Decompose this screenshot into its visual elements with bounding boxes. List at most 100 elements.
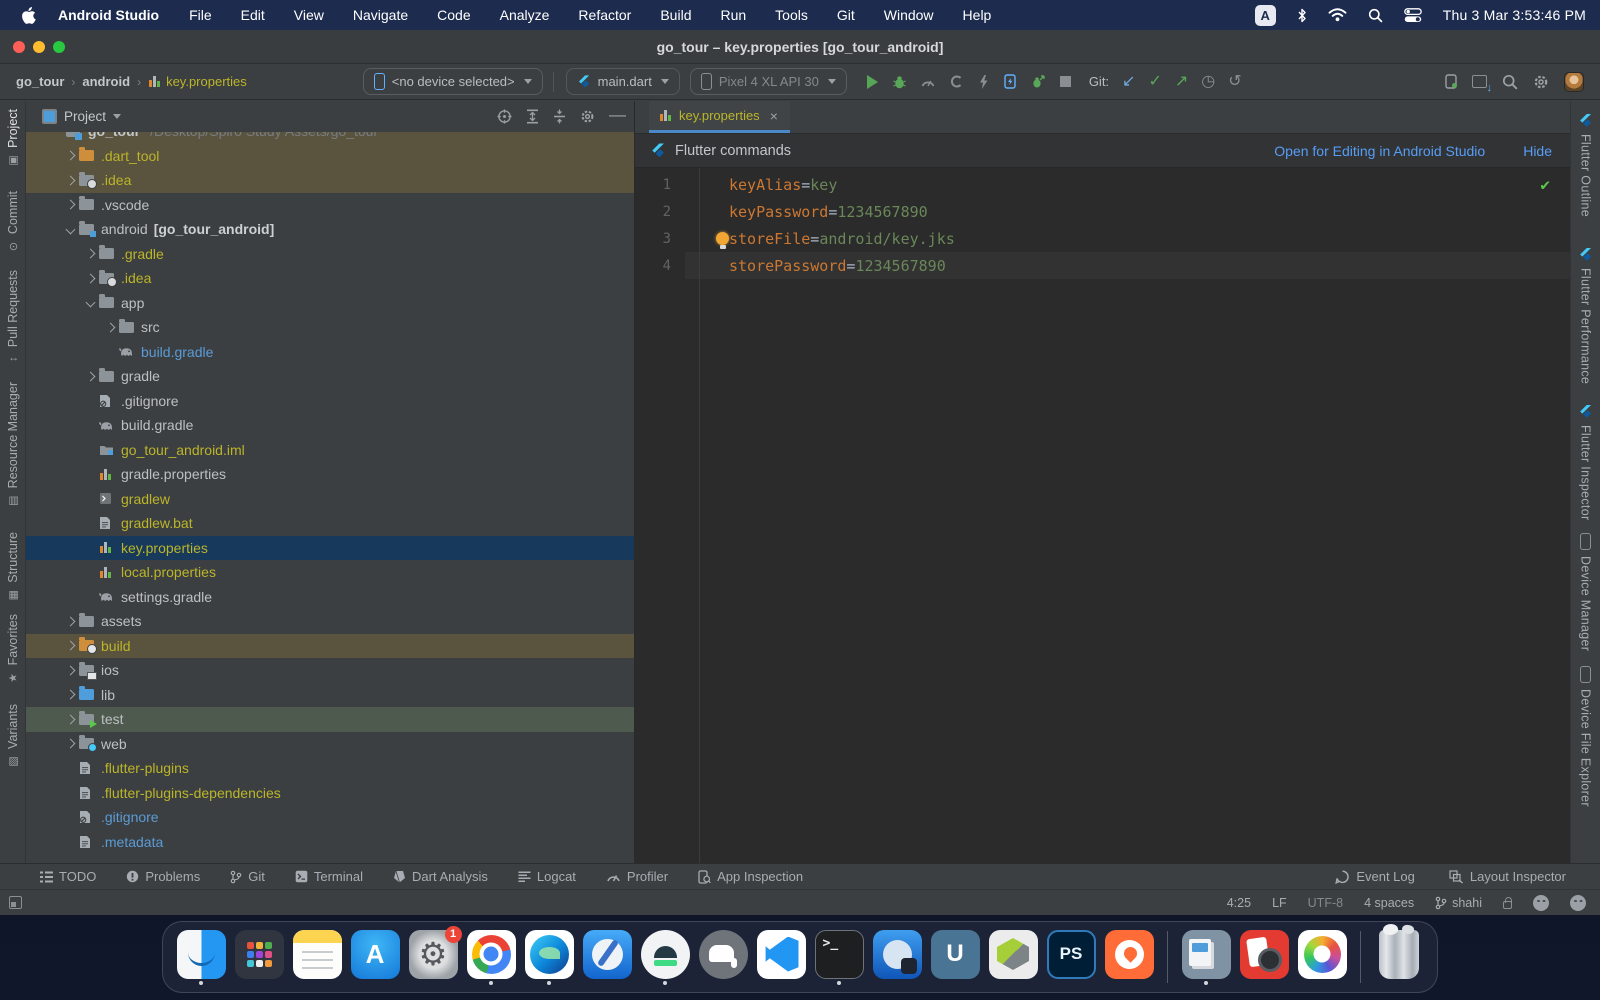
- dock-item-vscode[interactable]: [755, 930, 807, 985]
- dock-item-unity[interactable]: [987, 930, 1039, 985]
- tree-item-test[interactable]: test: [26, 707, 634, 732]
- input-source-icon[interactable]: A: [1255, 5, 1276, 26]
- tool-button-device-file-explorer[interactable]: Device File Explorer: [1579, 666, 1593, 807]
- menu-app-name[interactable]: Android Studio: [58, 7, 159, 23]
- edge-dock-icon[interactable]: [525, 930, 574, 979]
- tool-button-flutter-performance[interactable]: Flutter Performance: [1578, 247, 1593, 384]
- close-tab-icon[interactable]: ×: [770, 108, 778, 124]
- tree-item-build-gradle[interactable]: build.gradle: [26, 340, 634, 365]
- flutter-attach-icon[interactable]: [1004, 74, 1016, 89]
- run-icon[interactable]: [867, 75, 878, 89]
- tool-window-button-todo[interactable]: TODO: [40, 869, 96, 884]
- editor-line-2[interactable]: 2keyPassword=1234567890: [635, 198, 1570, 225]
- tree-item-local-properties[interactable]: local.properties: [26, 560, 634, 585]
- menu-item-refactor[interactable]: Refactor: [578, 7, 631, 23]
- sidebar-item-pull-requests[interactable]: ↕Pull Requests: [6, 270, 20, 365]
- menu-item-edit[interactable]: Edit: [241, 7, 265, 23]
- locate-icon[interactable]: [497, 109, 512, 124]
- tree-item-go-tour-android-iml[interactable]: go_tour_android.iml: [26, 438, 634, 463]
- tool-window-button-problems[interactable]: Problems: [126, 869, 200, 884]
- dock-item-cards-app[interactable]: [1238, 930, 1290, 985]
- expand-all-icon[interactable]: [526, 109, 539, 124]
- tree-item-app[interactable]: app: [26, 291, 634, 316]
- dock-item-system-preferences[interactable]: 1: [407, 930, 459, 985]
- project-panel-title[interactable]: Project: [64, 109, 106, 124]
- tree-item-flutter-plugins[interactable]: .flutter-plugins: [26, 756, 634, 781]
- xcode-beta-dock-icon[interactable]: [873, 930, 922, 979]
- tree-item-flutter-plugins-dependencies[interactable]: .flutter-plugins-dependencies: [26, 781, 634, 806]
- screenshots-folder-dock-icon[interactable]: [1182, 930, 1231, 979]
- tree-item-key-properties[interactable]: key.properties: [26, 536, 634, 561]
- tool-window-button-terminal[interactable]: Terminal: [295, 869, 363, 884]
- chevron-down-icon[interactable]: [66, 224, 76, 234]
- menu-item-build[interactable]: Build: [660, 7, 691, 23]
- apple-logo-icon[interactable]: [22, 7, 36, 24]
- menu-item-run[interactable]: Run: [720, 7, 746, 23]
- chevron-right-icon[interactable]: [66, 739, 76, 749]
- dock-item-xcode[interactable]: [581, 930, 633, 985]
- menu-clock[interactable]: Thu 3 Mar 3:53:46 PM: [1443, 7, 1586, 23]
- launchpad-dock-icon[interactable]: [235, 930, 284, 979]
- tree-item-gitignore[interactable]: .gitignore: [26, 389, 634, 414]
- device-manager-icon[interactable]: [1445, 74, 1457, 89]
- sdk-manager-icon[interactable]: [1472, 75, 1487, 88]
- dock-item-android-studio[interactable]: [639, 930, 691, 985]
- menu-item-help[interactable]: Help: [963, 7, 992, 23]
- menu-item-git[interactable]: Git: [837, 7, 855, 23]
- app-store-dock-icon[interactable]: [351, 930, 400, 979]
- tool-window-button-git[interactable]: Git: [230, 869, 265, 884]
- breadcrumb-item-android[interactable]: android: [82, 74, 130, 89]
- chevron-right-icon[interactable]: [66, 151, 76, 161]
- chevron-right-icon[interactable]: [66, 200, 76, 210]
- tree-item-idea[interactable]: .idea: [26, 168, 634, 193]
- search-everywhere-icon[interactable]: [1502, 74, 1518, 90]
- dock-item-chrome[interactable]: [465, 930, 517, 985]
- dock-item-terminal[interactable]: [813, 930, 865, 985]
- tool-window-button-dart-analysis[interactable]: Dart Analysis: [393, 869, 488, 884]
- device-selector-dropdown[interactable]: <no device selected>: [363, 68, 543, 95]
- update-project-icon[interactable]: ↙: [1122, 74, 1135, 90]
- avatar[interactable]: [1564, 72, 1584, 92]
- dock-item-mamp[interactable]: [697, 930, 749, 985]
- cards-app-dock-icon[interactable]: [1240, 930, 1289, 979]
- chevron-right-icon[interactable]: [86, 249, 96, 259]
- settings-icon[interactable]: [580, 109, 595, 124]
- chevron-right-icon[interactable]: [106, 322, 116, 332]
- menu-item-tools[interactable]: Tools: [775, 7, 808, 23]
- tool-button-device-manager[interactable]: Device Manager: [1579, 533, 1593, 651]
- unity-dock-icon[interactable]: [989, 930, 1038, 979]
- mamp-dock-icon[interactable]: [699, 930, 748, 979]
- rollback-icon[interactable]: ↺: [1228, 74, 1241, 90]
- system-preferences-dock-icon[interactable]: 1: [409, 930, 458, 979]
- tree-item-assets[interactable]: assets: [26, 609, 634, 634]
- chevron-right-icon[interactable]: [66, 175, 76, 185]
- sidebar-item-commit[interactable]: ⊙Commit: [6, 191, 20, 253]
- tool-window-button-logcat[interactable]: Logcat: [518, 869, 576, 884]
- postman-dock-icon[interactable]: [1105, 930, 1154, 979]
- photos-dock-icon[interactable]: [1298, 930, 1347, 979]
- bolt-icon[interactable]: [978, 75, 989, 89]
- terminal-dock-icon[interactable]: [815, 930, 864, 979]
- tool-window-switcher-icon[interactable]: [9, 896, 22, 909]
- collapse-all-icon[interactable]: [553, 109, 566, 124]
- tree-item-build-gradle[interactable]: build.gradle: [26, 413, 634, 438]
- lock-icon[interactable]: [1503, 901, 1512, 909]
- tool-button-flutter-outline[interactable]: Flutter Outline: [1578, 113, 1593, 217]
- menu-item-analyze[interactable]: Analyze: [500, 7, 550, 23]
- dock-item-finder[interactable]: [175, 930, 227, 985]
- status-indicator-icon[interactable]: [1533, 895, 1549, 911]
- hot-restart-icon[interactable]: [1031, 75, 1045, 89]
- tree-item-gradlew-bat[interactable]: gradlew.bat: [26, 511, 634, 536]
- chevron-right-icon[interactable]: [66, 690, 76, 700]
- editor-line-3[interactable]: 3storeFile=android/key.jks: [635, 225, 1570, 252]
- tree-item-gradle[interactable]: gradle: [26, 364, 634, 389]
- chevron-right-icon[interactable]: [66, 641, 76, 651]
- hide-panel-icon[interactable]: —: [609, 105, 626, 125]
- photoshop-dock-icon[interactable]: [1047, 930, 1096, 979]
- tree-item-android[interactable]: android[go_tour_android]: [26, 217, 634, 242]
- dock-item-photoshop[interactable]: [1045, 930, 1097, 985]
- debug-icon[interactable]: [893, 75, 906, 89]
- breadcrumb-item-key-properties[interactable]: key.properties: [148, 74, 247, 89]
- coverage-icon[interactable]: [950, 75, 963, 88]
- dock-item-trash[interactable]: [1373, 930, 1425, 985]
